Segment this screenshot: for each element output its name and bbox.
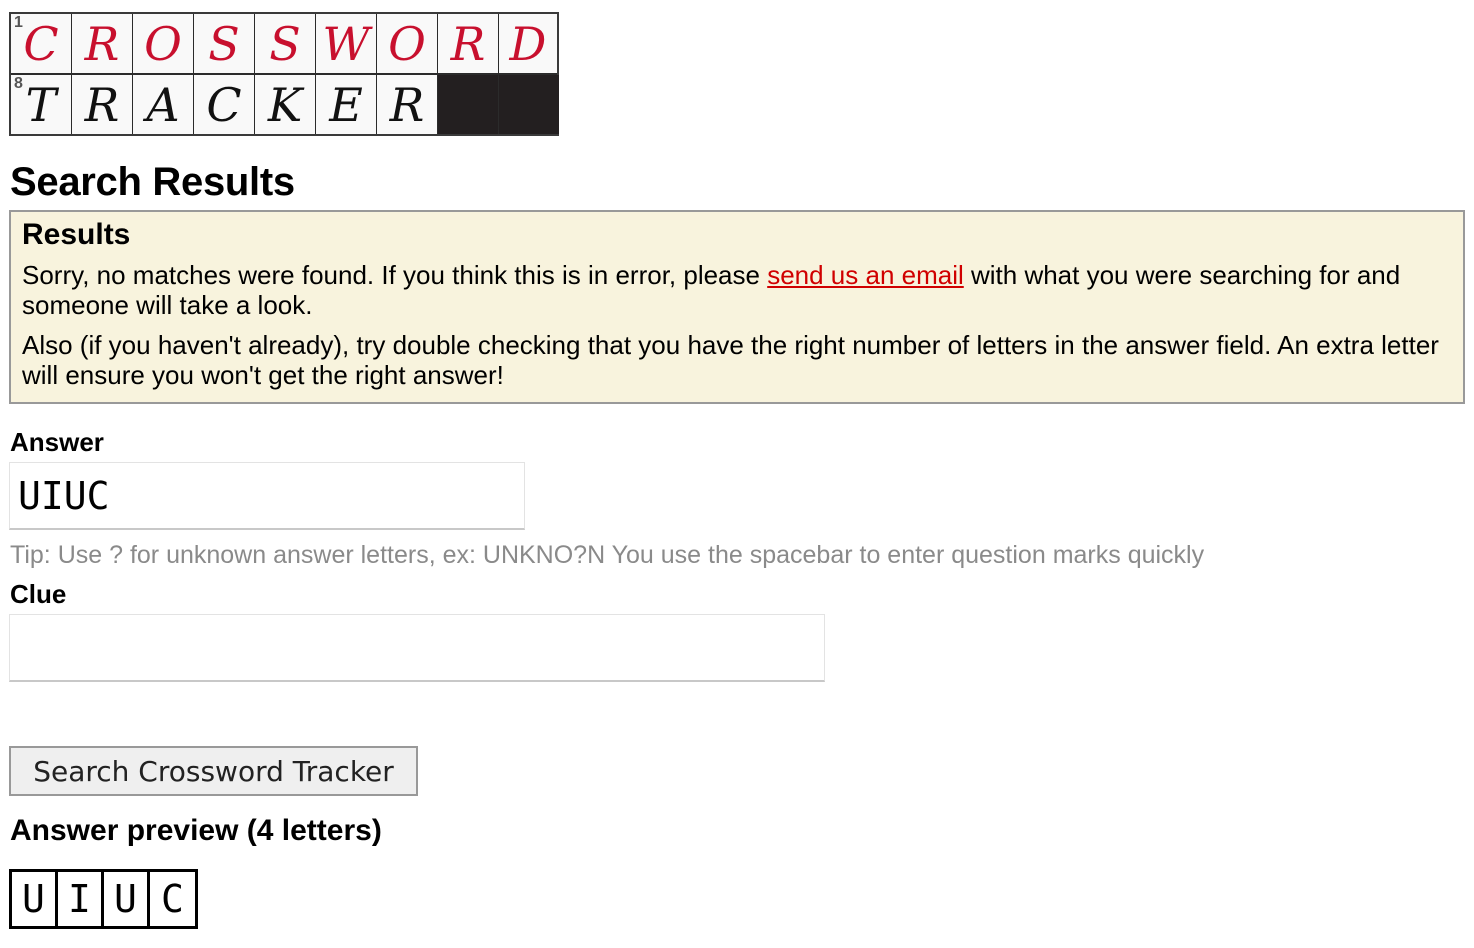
preview-cell: I [58,872,104,926]
no-matches-message: Sorry, no matches were found. If you thi… [22,260,1452,320]
logo-letter: R [84,16,120,71]
logo-letter: S [269,16,301,71]
logo-black-square [438,75,498,134]
results-panel: Results Sorry, no matches were found. If… [9,210,1465,404]
logo-cell: C [194,75,254,134]
logo-row-tracker: 8T R A C K E R [11,75,560,135]
search-button[interactable]: Search Crossword Tracker [9,746,418,796]
logo-letter: C [206,77,242,132]
logo-letter: R [84,77,120,132]
logo-letter: E [329,77,363,132]
logo-letter: T [25,77,57,132]
preview-cell: U [104,872,150,926]
logo-cell: R [377,75,437,134]
logo-cell: 1C [11,14,71,73]
logo-letter: R [389,77,425,132]
logo-cell: O [133,14,193,73]
clue-label: Clue [10,579,67,609]
logo-letter: A [146,77,180,132]
preview-cell: U [12,872,58,926]
preview-cell: C [161,877,184,921]
message-text: Sorry, no matches were found. If you thi… [22,260,768,290]
logo-letter: W [322,16,370,71]
logo-row-crossword: 1C R O S S W O R D [11,14,557,74]
logo-cell: K [255,75,315,134]
logo-cell: W [316,14,376,73]
page-title: Search Results [10,160,295,204]
logo-letter: O [144,16,182,71]
logo-cell: E [316,75,376,134]
send-email-link[interactable]: send us an email [767,260,964,290]
logo-letter: D [509,16,547,71]
answer-preview-grid: U I U C [9,869,198,929]
logo-cell: R [72,75,132,134]
clue-number: 8 [14,75,23,92]
logo-letter: R [450,16,486,71]
logo-letter: S [208,16,240,71]
logo-letter: K [267,77,303,132]
answer-preview-title: Answer preview (4 letters) [10,814,382,847]
logo-letter: O [388,16,426,71]
clue-input[interactable] [9,614,825,682]
crossword-tracker-logo[interactable]: 1C R O S S W O R D 8T R A C K E R [9,12,559,136]
logo-cell: 8T [11,75,71,134]
answer-label: Answer [10,427,104,457]
logo-black-square [499,75,559,134]
letter-count-hint: Also (if you haven't already), try doubl… [22,330,1439,390]
logo-cell: S [194,14,254,73]
logo-cell: S [255,14,315,73]
clue-number: 1 [14,14,23,31]
logo-cell: O [377,14,437,73]
logo-cell: A [133,75,193,134]
logo-cell: R [72,14,132,73]
results-heading: Results [22,218,131,251]
answer-input[interactable] [9,462,525,530]
logo-letter: C [23,16,59,71]
logo-cell: R [438,14,498,73]
answer-tip: Tip: Use ? for unknown answer letters, e… [10,541,1205,569]
logo-cell: D [499,14,557,73]
